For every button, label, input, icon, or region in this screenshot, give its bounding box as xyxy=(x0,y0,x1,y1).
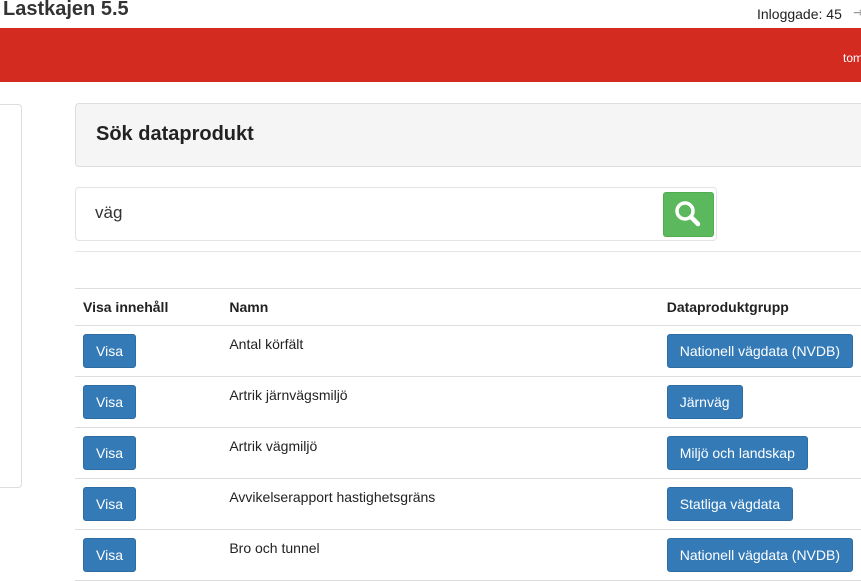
table-row: Visa Artrik vägmiljö Miljö och landskap xyxy=(75,427,861,479)
product-name: Antal körfält xyxy=(229,336,304,352)
page-title: Sök dataprodukt xyxy=(96,123,254,145)
product-name: Bro och tunnel xyxy=(229,540,320,556)
divider xyxy=(75,251,861,252)
show-button[interactable]: Visa xyxy=(83,487,136,521)
column-header-show: Visa innehåll xyxy=(75,288,222,326)
show-button[interactable]: Visa xyxy=(83,334,136,368)
column-header-name: Namn xyxy=(221,288,659,326)
product-name: Artrik vägmiljö xyxy=(229,438,318,454)
search-box xyxy=(75,187,717,241)
product-name: Avvikelserapport hastighetsgräns xyxy=(229,489,436,505)
data-product-table: Visa innehåll Namn Dataproduktgrupp Visa… xyxy=(75,288,861,581)
search-panel-header: Sök dataprodukt xyxy=(75,103,861,167)
search-button[interactable] xyxy=(663,192,714,237)
app-title: Lastkajen 5.5 xyxy=(3,0,129,20)
header-bar: tom xyxy=(0,28,861,82)
show-button[interactable]: Visa xyxy=(83,436,136,470)
top-bar: Lastkajen 5.5 Inloggade: 45 ⇥ xyxy=(0,0,861,28)
product-name: Artrik järnvägsmiljö xyxy=(229,387,348,403)
column-header-group: Dataproduktgrupp xyxy=(658,288,861,326)
group-button[interactable]: Järnväg xyxy=(666,385,743,419)
group-button[interactable]: Statliga vägdata xyxy=(666,487,794,521)
table-row: Visa Avvikelserapport hastighetsgräns St… xyxy=(75,478,861,530)
logout-icon[interactable]: ⇥ xyxy=(853,4,861,21)
group-button[interactable]: Nationell vägdata (NVDB) xyxy=(666,538,853,572)
logged-in-count: Inloggade: 45 xyxy=(757,6,842,22)
table-row: Visa Antal körfält Nationell vägdata (NV… xyxy=(75,325,861,377)
search-input[interactable] xyxy=(86,200,655,226)
table-row: Visa Artrik järnvägsmiljö Järnväg xyxy=(75,376,861,428)
table-header-row: Visa innehåll Namn Dataproduktgrupp xyxy=(75,288,861,326)
show-button[interactable]: Visa xyxy=(83,538,136,572)
side-panel xyxy=(0,104,22,488)
user-menu[interactable]: tom xyxy=(843,51,861,65)
group-button[interactable]: Miljö och landskap xyxy=(666,436,808,470)
group-button[interactable]: Nationell vägdata (NVDB) xyxy=(666,334,853,368)
search-icon xyxy=(675,201,701,227)
show-button[interactable]: Visa xyxy=(83,385,136,419)
table-row: Visa Bro och tunnel Nationell vägdata (N… xyxy=(75,529,861,581)
